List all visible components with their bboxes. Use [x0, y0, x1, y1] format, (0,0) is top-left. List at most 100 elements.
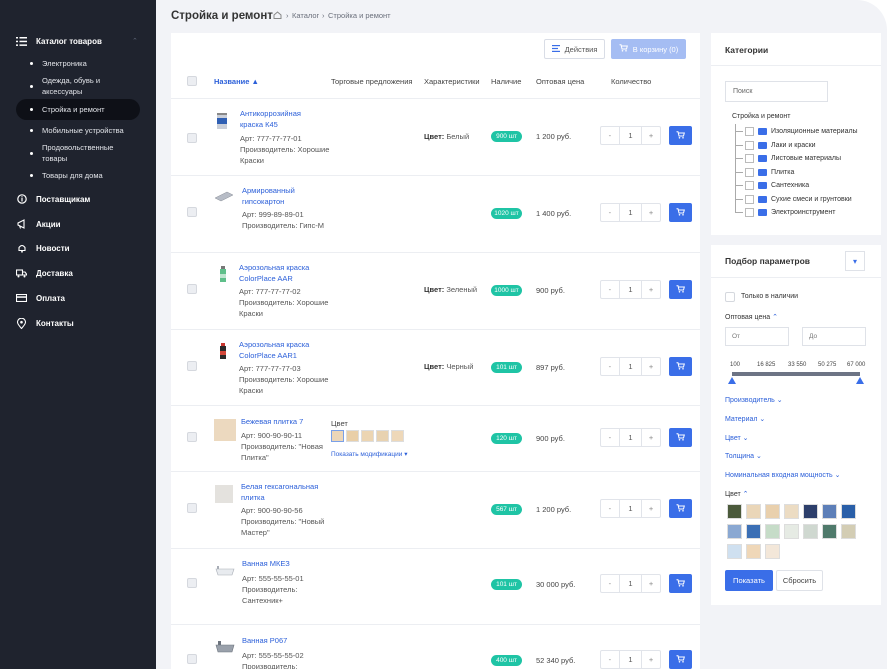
reset-filters-button[interactable]: Сбросить — [776, 570, 823, 591]
column-header-name[interactable]: Название ▲ — [214, 77, 259, 86]
increment-button[interactable]: + — [642, 358, 660, 375]
increment-button[interactable]: + — [642, 204, 660, 221]
increment-button[interactable]: + — [642, 575, 660, 592]
filter-color[interactable]: Цвет ⌄ — [725, 434, 749, 442]
increment-button[interactable]: + — [642, 429, 660, 446]
color-swatch[interactable] — [784, 524, 799, 539]
increment-button[interactable]: + — [642, 500, 660, 517]
product-image-bathtub[interactable] — [215, 565, 237, 587]
price-slider-min-handle[interactable] — [728, 377, 736, 384]
product-name-link[interactable]: Аэрозольная краска ColorPlace AAR — [239, 262, 327, 284]
sidebar-item-contacts[interactable]: Контакты — [0, 314, 156, 332]
price-to-input[interactable]: До — [802, 327, 866, 346]
color-swatch[interactable] — [727, 504, 742, 519]
category-checkbox[interactable] — [745, 154, 754, 163]
quantity-value[interactable]: 1 — [618, 281, 643, 298]
product-name-link[interactable]: Белая гексагональная плитка — [241, 481, 326, 503]
quantity-value[interactable]: 1 — [618, 127, 643, 144]
select-all-checkbox[interactable] — [187, 76, 197, 86]
filter-material[interactable]: Материал ⌄ — [725, 415, 765, 423]
decrement-button[interactable]: - — [601, 500, 619, 517]
in-stock-checkbox[interactable] — [725, 292, 735, 302]
price-slider-max-handle[interactable] — [856, 377, 864, 384]
decrement-button[interactable]: - — [601, 575, 619, 592]
color-swatch[interactable] — [822, 524, 837, 539]
product-image-spray-can-black[interactable] — [218, 342, 240, 364]
price-filter-toggle[interactable]: Оптовая цена ⌃ — [725, 313, 778, 321]
decrement-button[interactable]: - — [601, 429, 619, 446]
color-swatch[interactable] — [784, 504, 799, 519]
row-checkbox[interactable] — [187, 361, 197, 371]
category-item[interactable]: Листовые материалы — [735, 153, 841, 164]
decrement-button[interactable]: - — [601, 204, 619, 221]
add-to-cart-button[interactable] — [669, 203, 692, 222]
color-swatch[interactable] — [765, 544, 780, 559]
color-swatch[interactable] — [727, 524, 742, 539]
sidebar-subitem-clothes[interactable]: Одежда, обувь и аксессуары — [16, 75, 140, 98]
filter-thickness[interactable]: Толщина ⌄ — [725, 452, 762, 460]
add-to-cart-button[interactable] — [669, 428, 692, 447]
row-checkbox[interactable] — [187, 503, 197, 513]
product-name-link[interactable]: Антикоррозийная краска К45 — [240, 108, 325, 130]
row-checkbox[interactable] — [187, 578, 197, 588]
row-checkbox[interactable] — [187, 432, 197, 442]
apply-filters-button[interactable]: Показать — [725, 570, 773, 591]
category-item[interactable]: Сантехника — [735, 180, 809, 191]
quantity-stepper[interactable]: -1 + — [600, 499, 661, 518]
product-image-paint-can[interactable] — [215, 111, 237, 133]
filter-power[interactable]: Номинальная входная мощность ⌄ — [725, 471, 841, 479]
sidebar-subitem-home[interactable]: Товары для дома — [16, 169, 140, 182]
category-item[interactable]: Изоляционные материалы — [735, 126, 858, 137]
row-checkbox[interactable] — [187, 654, 197, 664]
increment-button[interactable]: + — [642, 281, 660, 298]
sidebar-subitem-construction[interactable]: Стройка и ремонт — [16, 99, 140, 120]
color-swatch[interactable] — [765, 504, 780, 519]
quantity-value[interactable]: 1 — [618, 575, 643, 592]
category-item[interactable]: Лаки и краски — [735, 140, 816, 151]
quantity-stepper[interactable]: -1 + — [600, 650, 661, 669]
color-section-toggle[interactable]: Цвет ⌃ — [725, 490, 749, 498]
color-swatch[interactable] — [803, 524, 818, 539]
quantity-stepper[interactable]: -1 + — [600, 203, 661, 222]
product-name-link[interactable]: Ванная Р067 — [242, 635, 327, 646]
increment-button[interactable]: + — [642, 651, 660, 668]
category-search-input[interactable]: Поиск — [725, 81, 828, 102]
quantity-value[interactable]: 1 — [618, 358, 643, 375]
add-to-cart-button[interactable] — [669, 357, 692, 376]
quantity-stepper[interactable]: -1 + — [600, 357, 661, 376]
sidebar-item-news[interactable]: Новости — [0, 239, 156, 257]
sidebar-subitem-mobile[interactable]: Мобильные устройства — [16, 124, 140, 137]
sidebar-item-promo[interactable]: Акции — [0, 215, 156, 233]
add-to-cart-button[interactable] — [669, 280, 692, 299]
product-image-beige-tile[interactable] — [214, 419, 236, 441]
quantity-value[interactable]: 1 — [618, 500, 643, 517]
row-checkbox[interactable] — [187, 133, 197, 143]
quantity-stepper[interactable]: -1 + — [600, 126, 661, 145]
add-to-cart-button[interactable] — [669, 650, 692, 669]
category-checkbox[interactable] — [745, 168, 754, 177]
add-to-cart-button[interactable] — [669, 574, 692, 593]
quantity-value[interactable]: 1 — [618, 204, 643, 221]
quantity-stepper[interactable]: -1 + — [600, 428, 661, 447]
category-checkbox[interactable] — [745, 141, 754, 150]
product-name-link[interactable]: Аэрозольная краска ColorPlace AAR1 — [239, 339, 327, 361]
decrement-button[interactable]: - — [601, 358, 619, 375]
swatch[interactable] — [346, 430, 359, 442]
color-swatch[interactable] — [746, 524, 761, 539]
swatch[interactable] — [361, 430, 374, 442]
color-swatch[interactable] — [727, 544, 742, 559]
row-checkbox[interactable] — [187, 207, 197, 217]
sidebar-item-delivery[interactable]: Доставка — [0, 264, 156, 282]
product-image-hex-tile[interactable] — [215, 485, 233, 503]
category-checkbox[interactable] — [745, 208, 754, 217]
color-swatch[interactable] — [746, 544, 761, 559]
increment-button[interactable]: + — [642, 127, 660, 144]
color-swatch[interactable] — [822, 504, 837, 519]
price-from-input[interactable]: От — [725, 327, 789, 346]
sidebar-subitem-electronics[interactable]: Электроника — [16, 57, 140, 70]
product-name-link[interactable]: Армированный гипсокартон — [242, 185, 327, 207]
actions-button[interactable]: Действия — [544, 39, 605, 59]
color-swatch[interactable] — [803, 504, 818, 519]
decrement-button[interactable]: - — [601, 127, 619, 144]
category-checkbox[interactable] — [745, 127, 754, 136]
